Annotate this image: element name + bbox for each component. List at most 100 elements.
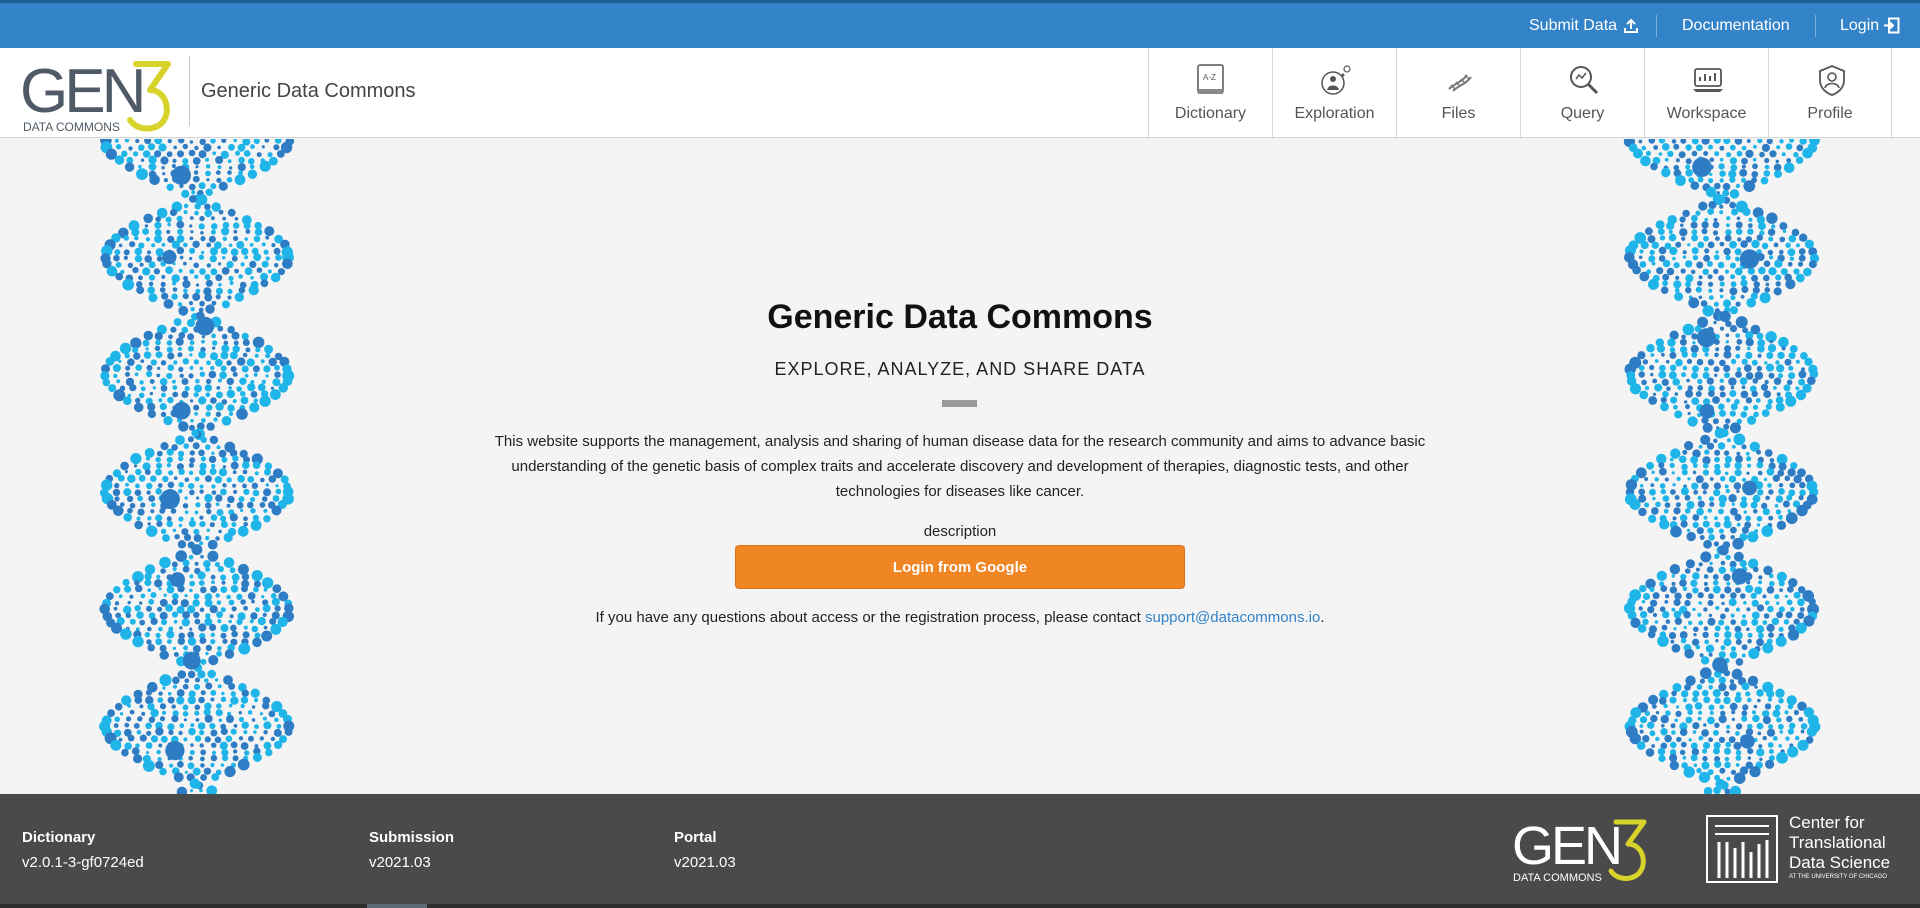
dna-dot xyxy=(1764,287,1771,293)
ctds-name[interactable]: Center for Translational Data Science AT… xyxy=(1789,813,1890,881)
dna-dot xyxy=(1761,143,1770,152)
dna-dot xyxy=(241,689,249,697)
dna-dot xyxy=(1743,364,1752,372)
dna-dot xyxy=(1753,509,1758,514)
dna-dot xyxy=(1763,260,1771,267)
documentation-link[interactable]: Documentation xyxy=(1682,3,1790,48)
dna-dot xyxy=(167,723,175,731)
dna-dot xyxy=(1668,632,1677,640)
dna-dot xyxy=(195,165,199,169)
dna-dot xyxy=(1756,461,1764,469)
dna-dot xyxy=(247,501,254,509)
dna-dot-large xyxy=(172,401,191,420)
dna-dot xyxy=(1781,152,1786,157)
dna-dot xyxy=(1692,514,1700,521)
dna-dot xyxy=(1664,600,1669,604)
dna-dot xyxy=(230,691,236,697)
dna-dot xyxy=(161,710,167,716)
dna-dot xyxy=(136,611,144,619)
support-email-link[interactable]: support@datacommons.io xyxy=(1145,609,1320,626)
submit-data-link[interactable]: Submit Data xyxy=(1529,3,1639,48)
dna-dot xyxy=(268,710,276,718)
dna-dot xyxy=(217,325,224,332)
dna-dot xyxy=(1787,248,1796,257)
nav-profile[interactable]: Profile xyxy=(1768,48,1892,137)
dna-dot xyxy=(1788,578,1798,588)
dna-dot xyxy=(178,366,184,372)
dna-dot xyxy=(1638,365,1645,371)
login-link[interactable]: Login xyxy=(1840,3,1900,48)
dna-dot xyxy=(1736,522,1741,527)
dna-dot xyxy=(194,476,200,482)
dna-dot xyxy=(1752,378,1759,384)
dna-dot xyxy=(1734,461,1742,470)
dna-dot xyxy=(1639,584,1647,593)
dna-dot xyxy=(1640,155,1651,167)
dna-dot xyxy=(1729,390,1737,397)
dna-dot xyxy=(204,736,211,743)
ctds-logo-icon xyxy=(1705,814,1780,884)
gen3-logo[interactable]: GEN DATA COMMONS xyxy=(20,54,185,134)
dna-dot xyxy=(1639,484,1644,488)
dna-dot xyxy=(271,243,276,248)
dna-dot xyxy=(133,754,143,764)
dna-dot xyxy=(136,286,145,295)
dna-dot xyxy=(171,715,179,723)
dna-dot-large xyxy=(1692,157,1712,177)
dna-dot xyxy=(128,146,133,151)
dna-dot xyxy=(1751,171,1759,178)
dna-dot xyxy=(1779,588,1783,592)
dna-dot xyxy=(150,708,159,718)
dna-dot xyxy=(215,411,222,417)
dna-dot xyxy=(140,502,146,508)
dna-dot xyxy=(1654,383,1663,392)
dna-dot xyxy=(1742,704,1749,711)
footer-gen3-logo[interactable]: GEN DATA COMMONS xyxy=(1512,814,1662,884)
nav-exploration[interactable]: Exploration xyxy=(1272,48,1396,137)
dna-dot xyxy=(1701,139,1710,145)
login-google-button[interactable]: Login from Google xyxy=(735,545,1185,589)
dna-dot xyxy=(1702,490,1707,495)
dna-dot xyxy=(1756,515,1763,522)
dna-dot xyxy=(1685,592,1693,599)
dna-dot xyxy=(160,735,168,743)
dna-dot xyxy=(182,611,190,619)
page-subtitle: EXPLORE, ANALYZE, AND SHARE DATA xyxy=(774,359,1146,379)
nav-dictionary[interactable]: A-Z Dictionary xyxy=(1148,48,1272,137)
dna-dot xyxy=(1678,455,1687,464)
dna-dot xyxy=(1779,139,1784,144)
dna-dot xyxy=(1739,377,1748,385)
dna-dot xyxy=(217,566,224,573)
dna-dot xyxy=(210,574,216,580)
nav-files[interactable]: Files xyxy=(1396,48,1520,137)
dna-dot xyxy=(1704,586,1710,592)
dna-dot xyxy=(1757,698,1761,703)
dna-dot xyxy=(142,228,149,235)
dna-dot xyxy=(218,262,222,266)
dna-dot xyxy=(1682,449,1688,455)
dna-dot xyxy=(1786,158,1792,163)
dna-dot xyxy=(129,384,137,392)
nav-query[interactable]: Query xyxy=(1520,48,1644,137)
dna-dot xyxy=(1795,156,1804,164)
dna-dot xyxy=(194,412,198,416)
dna-dot xyxy=(121,748,129,757)
dna-dot xyxy=(1701,761,1710,770)
dna-dot xyxy=(230,741,238,749)
dna-dot xyxy=(114,601,120,606)
dna-dot xyxy=(190,419,194,423)
dna-dot xyxy=(216,611,224,619)
nav-workspace[interactable]: Workspace xyxy=(1644,48,1768,137)
dna-dot xyxy=(1701,482,1709,490)
dna-dot xyxy=(1779,222,1788,231)
site-title[interactable]: Generic Data Commons xyxy=(201,80,416,103)
dna-dot xyxy=(172,385,178,390)
dna-dot xyxy=(210,183,217,190)
dna-dot xyxy=(163,416,173,426)
dna-dot xyxy=(161,243,166,247)
dna-dot xyxy=(145,456,151,461)
dna-dot xyxy=(150,735,159,743)
dna-dot xyxy=(200,756,205,762)
dna-dot xyxy=(1664,594,1670,599)
dna-dot xyxy=(1698,444,1703,449)
